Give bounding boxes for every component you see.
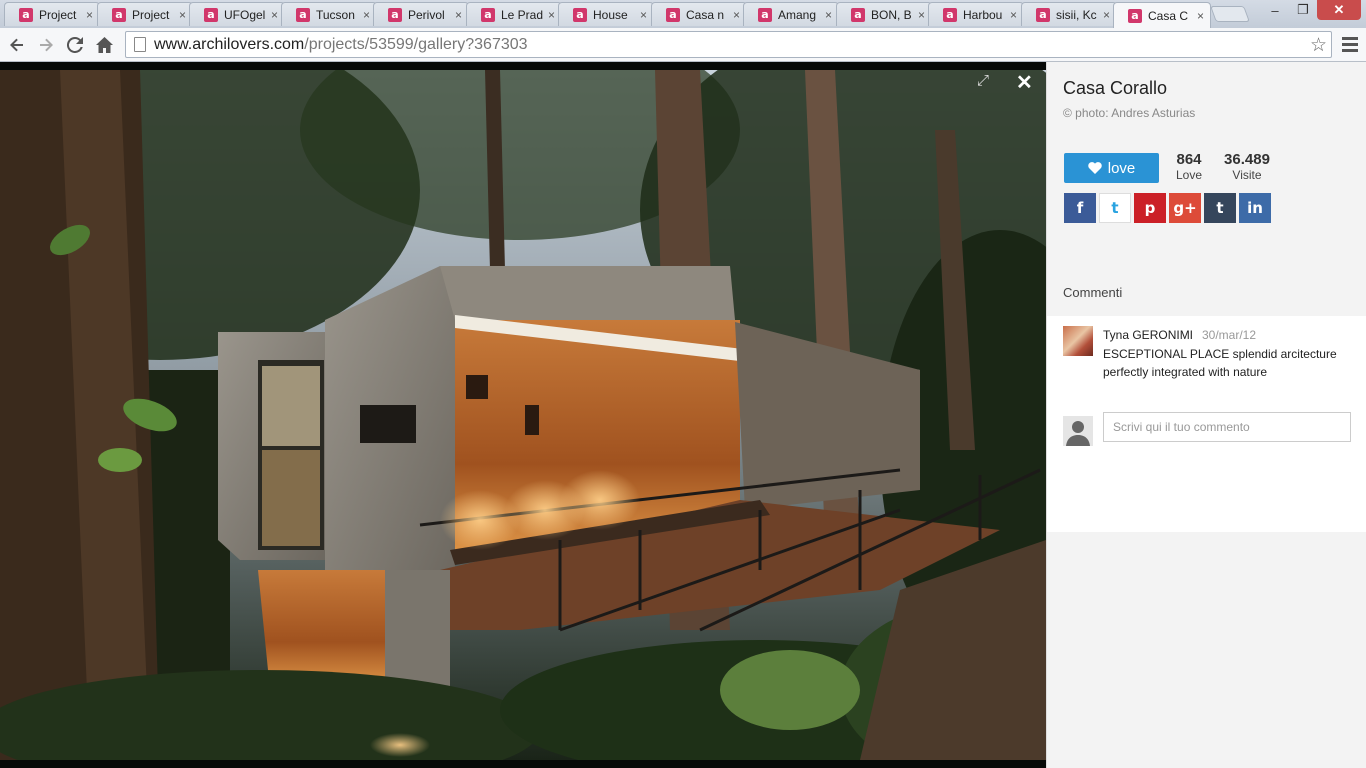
chrome-menu-icon[interactable] (1340, 34, 1360, 56)
fullscreen-icon[interactable]: ⤢ (977, 72, 995, 90)
archilovers-favicon-icon: a (481, 7, 495, 22)
tab[interactable]: a Tucson × (281, 2, 377, 26)
comments-section: Tyna GERONIMI 30/mar/12 ESCEPTIONAL PLAC… (1047, 316, 1366, 532)
close-viewer-icon[interactable]: ✕ (1016, 70, 1036, 94)
tab-close-icon[interactable]: × (1197, 9, 1204, 23)
tab[interactable]: a Harbou × (928, 2, 1024, 26)
tab-strip: a Project × a Project × a UFOgel × a Tucson × aP… (0, 0, 1366, 28)
back-arrow-icon[interactable] (5, 33, 29, 57)
tab[interactable]: a Amang × (743, 2, 839, 26)
comment-author[interactable]: Tyna GERONIMI (1103, 328, 1193, 342)
comment-input[interactable] (1103, 412, 1351, 442)
comment-text: ESCEPTIONAL PLACE splendid arcitecture p… (1103, 347, 1337, 379)
browser-toolbar: www.archilovers.com/projects/53599/galle… (0, 28, 1366, 62)
love-label: love (1107, 159, 1136, 177)
archilovers-favicon-icon: a (112, 7, 126, 22)
archilovers-favicon-icon: a (388, 7, 402, 22)
tab-close-icon[interactable]: × (271, 8, 278, 22)
user-avatar-icon (1063, 416, 1093, 446)
tumblr-icon[interactable]: t (1204, 193, 1236, 223)
url-path: /projects/53599/gallery?367303 (304, 35, 528, 53)
bookmark-star-icon[interactable]: ☆ (1310, 34, 1327, 57)
love-count: 864 Love (1171, 151, 1207, 182)
tab-label: Tucson (316, 7, 355, 22)
archilovers-favicon-icon: a (1128, 8, 1142, 23)
tab-label: UFOgel (224, 7, 266, 22)
tab[interactable]: a BON, B × (836, 2, 932, 26)
love-button[interactable]: love (1064, 153, 1159, 183)
tab-label: Perivol (408, 7, 445, 22)
tab[interactable]: a House × (558, 2, 654, 26)
comment-date: 30/mar/12 (1202, 328, 1257, 342)
tab-close-icon[interactable]: × (825, 8, 832, 22)
archilovers-favicon-icon: a (19, 7, 33, 22)
tab[interactable]: a sisii, Kc × (1021, 2, 1117, 26)
project-photo (0, 70, 1046, 760)
tab-close-icon[interactable]: × (640, 8, 647, 22)
views-count: 36.489 Visite (1219, 151, 1275, 182)
tab-label: Le Prad (501, 7, 544, 22)
archilovers-favicon-icon: a (943, 7, 957, 22)
home-icon[interactable] (92, 33, 116, 57)
archilovers-favicon-icon: a (758, 7, 772, 22)
tab-label: BON, B (871, 7, 912, 22)
new-tab-button[interactable] (1210, 6, 1250, 22)
tab-active[interactable]: a Casa C × (1113, 2, 1211, 28)
maximize-button[interactable]: ❐ (1290, 0, 1316, 20)
love-count-label: Love (1175, 168, 1203, 182)
tab-label: Casa n (686, 7, 725, 22)
tab-label: Amang (778, 7, 817, 22)
url-domain: www.archilovers.com (154, 35, 305, 53)
gallery-viewer: ⤢ ✕ (0, 62, 1046, 768)
archilovers-favicon-icon: a (204, 7, 218, 22)
tab-close-icon[interactable]: × (918, 8, 925, 22)
page-icon (134, 37, 146, 52)
address-bar[interactable]: www.archilovers.com/projects/53599/galle… (125, 31, 1332, 58)
facebook-icon[interactable]: f (1064, 193, 1096, 223)
archilovers-favicon-icon: a (573, 7, 587, 22)
tab-close-icon[interactable]: × (1103, 8, 1110, 22)
tab-close-icon[interactable]: × (363, 8, 370, 22)
tab[interactable]: a UFOgel × (189, 2, 285, 26)
tab[interactable]: a Perivol × (373, 2, 469, 26)
twitter-icon[interactable]: t (1099, 193, 1131, 223)
views-count-label: Visite (1232, 168, 1262, 182)
minimize-button[interactable]: – (1262, 0, 1288, 20)
tab-close-icon[interactable]: × (1010, 8, 1017, 22)
tab[interactable]: a Casa n × (651, 2, 747, 26)
google-plus-icon[interactable]: g+ (1169, 193, 1201, 223)
archilovers-favicon-icon: a (1036, 7, 1050, 22)
commenter-avatar[interactable] (1063, 326, 1093, 356)
project-info-panel: Casa Corallo © photo: Andres Asturias lo… (1046, 62, 1366, 768)
window-close-button[interactable]: ✕ (1317, 0, 1361, 20)
pinterest-icon[interactable]: p (1134, 193, 1166, 223)
reload-icon[interactable] (63, 33, 87, 57)
tab-label: Project (132, 7, 170, 22)
tab-label: House (593, 7, 628, 22)
tab[interactable]: a Le Prad × (466, 2, 562, 26)
views-count-value: 36.489 (1224, 151, 1270, 168)
tab-label: Casa C (1148, 8, 1189, 23)
tab-close-icon[interactable]: × (548, 8, 555, 22)
heart-icon (1088, 162, 1102, 174)
tab-close-icon[interactable]: × (455, 8, 462, 22)
archilovers-favicon-icon: a (851, 7, 865, 22)
forward-arrow-icon[interactable] (34, 33, 58, 57)
linkedin-icon[interactable]: in (1239, 193, 1271, 223)
archilovers-favicon-icon: a (666, 7, 680, 22)
tab-label: Project (39, 7, 77, 22)
project-title[interactable]: Casa Corallo (1063, 78, 1167, 99)
social-share-bar: f t p g+ t in (1064, 193, 1271, 223)
tab-close-icon[interactable]: × (179, 8, 186, 22)
tab-close-icon[interactable]: × (733, 8, 740, 22)
tab-label: Harbou (963, 7, 1003, 22)
tab-label: sisii, Kc (1056, 7, 1097, 22)
tab[interactable]: a Project × (4, 2, 100, 26)
tab[interactable]: a Project × (97, 2, 193, 26)
tab-close-icon[interactable]: × (86, 8, 93, 22)
archilovers-favicon-icon: a (296, 7, 310, 22)
love-count-value: 864 (1176, 151, 1202, 168)
photo-credit: © photo: Andres Asturias (1063, 106, 1196, 120)
comments-heading: Commenti (1063, 285, 1123, 300)
